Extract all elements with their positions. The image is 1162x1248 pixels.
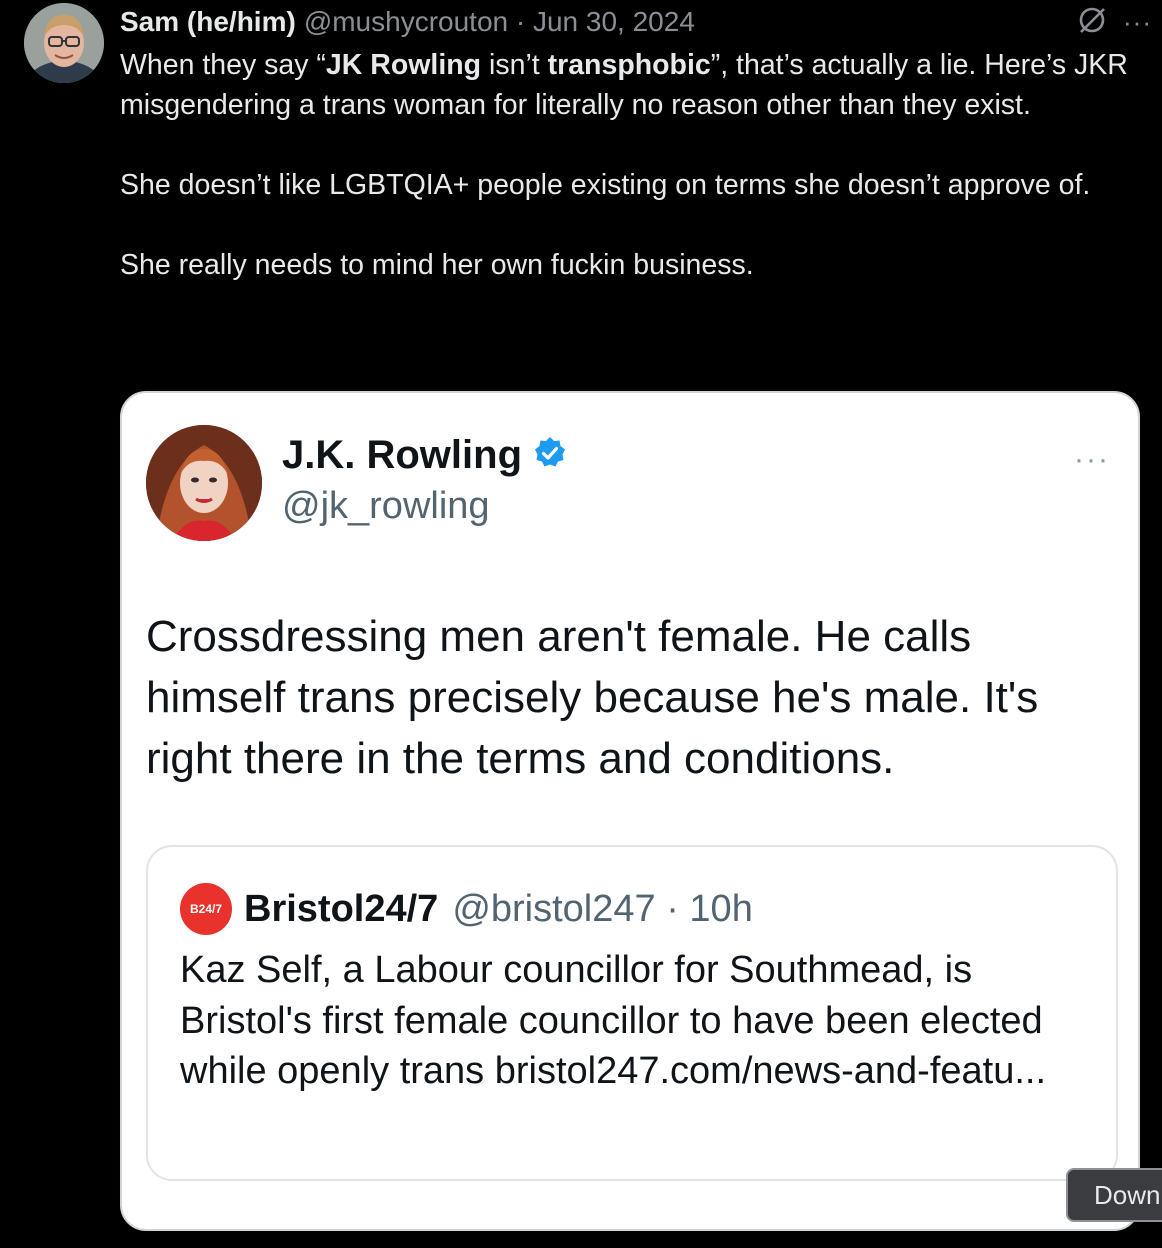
verified-badge-icon <box>532 435 568 476</box>
jk-name: J.K. Rowling <box>282 433 522 477</box>
quoted-handle-time: @bristol247 · 10h <box>452 887 753 930</box>
tweet-text: When they say “JK Rowling isn’t transpho… <box>120 45 1150 325</box>
tweet-header: Sam (he/him) @mushycrouton · Jun 30, 202… <box>120 2 695 42</box>
quoted-name: Bristol24/7 <box>244 887 439 930</box>
no-sign-icon[interactable] <box>1075 3 1109 42</box>
quoted-tweet-header: B24/7 Bristol24/7 @bristol247 · 10h <box>180 883 753 935</box>
down-button[interactable]: Down <box>1066 1168 1162 1222</box>
tweet-paragraph-1: When they say “JK Rowling isn’t transpho… <box>120 49 1128 121</box>
jk-name-row: J.K. Rowling <box>282 433 568 478</box>
card-more-icon: ··· <box>1074 443 1110 476</box>
tweet-actions: ··· <box>1075 2 1152 42</box>
avatar-sam[interactable] <box>24 3 104 83</box>
author-name[interactable]: Sam (he/him) <box>120 6 296 38</box>
jk-rowling-avatar <box>146 425 262 541</box>
bristol247-logo: B24/7 <box>180 883 232 935</box>
jk-tweet-text: Crossdressing men aren't female. He call… <box>146 612 1039 783</box>
quoted-tweet: B24/7 Bristol24/7 @bristol247 · 10h Kaz … <box>146 845 1118 1181</box>
more-icon[interactable]: ··· <box>1123 9 1152 35</box>
tweet-paragraph-2: She doesn’t like LGBTQIA+ people existin… <box>120 169 1091 201</box>
avatar-photo <box>24 3 104 83</box>
quoted-tweet-text: Kaz Self, a Labour councillor for Southm… <box>180 949 1047 1092</box>
embedded-screenshot[interactable]: J.K. Rowling @jk_rowling ··· Crossdressi… <box>120 391 1140 1231</box>
jk-handle: @jk_rowling <box>282 485 490 527</box>
tweet-paragraph-3: She really needs to mind her own fuckin … <box>120 249 754 281</box>
author-handle-date[interactable]: @mushycrouton · Jun 30, 2024 <box>304 6 695 38</box>
